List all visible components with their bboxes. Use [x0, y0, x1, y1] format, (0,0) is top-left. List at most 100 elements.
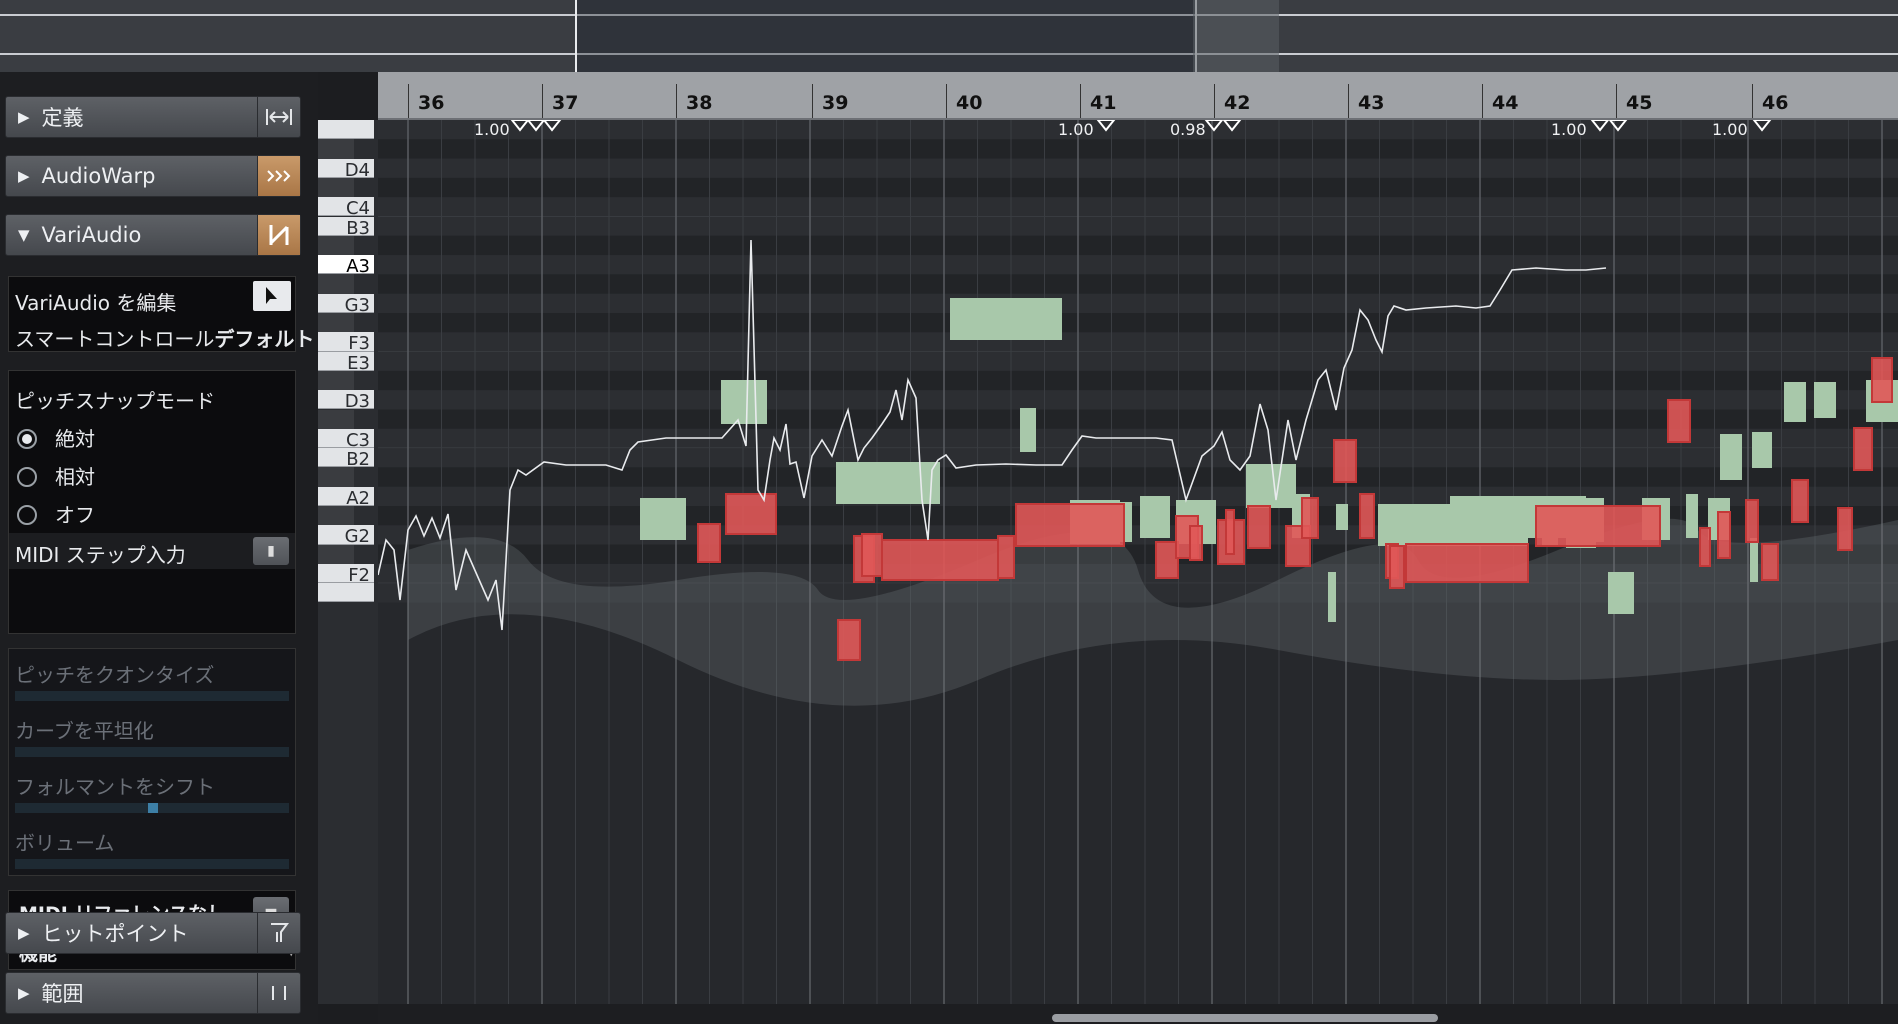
piano-black-key[interactable] [318, 235, 354, 256]
straighten-curve-slider[interactable] [15, 747, 289, 757]
pitch-segment[interactable] [861, 533, 883, 577]
quantize-pitch-slider[interactable] [15, 691, 289, 701]
pitch-segment[interactable] [1535, 505, 1661, 547]
overview-highlight [1193, 0, 1279, 72]
radio-icon[interactable] [17, 505, 37, 525]
functions-panel: ピッチをクオンタイズ カーブを平坦化 フォルマントをシフト ボリューム [8, 648, 296, 876]
function-quantize-pitch[interactable]: ピッチをクオンタイズ [15, 659, 301, 688]
midi-reference-block [836, 462, 940, 504]
pitch-editor-canvas[interactable] [378, 120, 1898, 1004]
bar-number: 38 [686, 92, 713, 114]
piano-black-key[interactable] [318, 139, 354, 159]
piano-black-key[interactable] [318, 370, 354, 391]
pitch-segment[interactable] [1155, 541, 1179, 579]
pitch-segment[interactable] [725, 493, 777, 535]
pitch-segment[interactable] [1837, 507, 1853, 551]
function-volume[interactable]: ボリューム [15, 827, 301, 856]
smart-control-row[interactable]: スマートコントロールデフォルト▼ [15, 323, 327, 352]
bar-number: 44 [1492, 92, 1519, 114]
piano-black-key[interactable] [318, 409, 354, 429]
snap-mode-off[interactable]: オフ [17, 499, 303, 528]
pitch-segment[interactable] [1791, 479, 1809, 523]
function-straighten-curve[interactable]: カーブを平坦化 [15, 715, 301, 744]
pitch-row [378, 313, 1898, 333]
pointer-icon[interactable] [253, 281, 291, 311]
pitch-segment[interactable] [1761, 543, 1779, 581]
piano-black-key[interactable] [318, 274, 354, 294]
piano-black-key[interactable] [318, 467, 354, 487]
overview-view-range[interactable] [575, 0, 1197, 72]
snap-mode-off-label: オフ [55, 503, 95, 527]
expand-arrow-icon: ▶ [18, 924, 30, 942]
pitch-segment[interactable] [1225, 509, 1235, 555]
midi-reference-block [1140, 496, 1170, 538]
pitch-segment[interactable] [997, 535, 1015, 579]
bar-number: 39 [822, 92, 849, 114]
pitch-segment[interactable] [1717, 511, 1731, 559]
volume-slider[interactable] [15, 859, 289, 869]
piano-black-key[interactable] [318, 506, 354, 526]
pitch-row [378, 467, 1898, 487]
pitch-segment[interactable] [1333, 439, 1357, 483]
pitch-row [378, 255, 1898, 275]
pitch-segment[interactable] [1871, 357, 1893, 403]
pitch-segment[interactable] [1667, 399, 1691, 443]
bar-number: 43 [1358, 92, 1385, 114]
bar-number: 40 [956, 92, 983, 114]
pitch-segment[interactable] [1389, 545, 1405, 589]
formant-slider-handle[interactable] [148, 803, 158, 813]
range-bars-icon[interactable] [257, 973, 300, 1013]
piano-black-key[interactable] [318, 544, 354, 564]
shift-formant-slider[interactable] [15, 803, 289, 813]
pitch-segment[interactable] [837, 619, 861, 661]
pitch-segment[interactable] [881, 539, 999, 581]
piano-black-key[interactable] [318, 313, 354, 333]
section-audiowarp-label: AudioWarp [41, 164, 156, 188]
collapse-arrow-icon: ▼ [18, 226, 30, 244]
pitch-segment[interactable] [1405, 543, 1529, 583]
pitch-row [378, 120, 1898, 140]
smart-control-label: スマートコントロール [15, 327, 215, 351]
section-range[interactable]: ▶ 範囲 [5, 972, 301, 1014]
piano-keyboard[interactable]: D4 C4 B3 A3 G3 F3 E3 D3 C3 B2 A2 G2 F2 [318, 120, 378, 1004]
midi-reference-block [950, 298, 1062, 340]
snap-mode-relative[interactable]: 相対 [17, 461, 303, 490]
pitch-segment[interactable] [1247, 505, 1271, 549]
bar-ruler[interactable]: 36 37 38 39 40 41 42 43 44 45 46 [378, 72, 1898, 120]
piano-key-e4[interactable] [318, 120, 374, 140]
midi-step-toggle[interactable]: ▮ [253, 537, 289, 565]
pitch-segment[interactable] [1745, 499, 1759, 543]
warp-arrows-icon[interactable] [257, 156, 300, 196]
piano-key-e2[interactable] [318, 583, 374, 603]
inspector-panel: ▶ 定義 ▶ AudioWarp ▼ VariAudio VariAudio を… [0, 72, 327, 1024]
variaudio-icon[interactable] [257, 215, 300, 255]
bar-number: 46 [1762, 92, 1789, 114]
pitch-row [378, 332, 1898, 352]
fit-width-icon[interactable] [257, 97, 300, 137]
section-hitpoint[interactable]: ▶ ヒットポイント [5, 912, 301, 954]
section-variaudio[interactable]: ▼ VariAudio [5, 214, 301, 256]
piano-black-key[interactable] [318, 177, 354, 198]
horizontal-scrollbar[interactable] [378, 1004, 1898, 1024]
section-variaudio-label: VariAudio [41, 223, 142, 247]
pitch-segment[interactable] [1189, 525, 1203, 561]
pitch-row [378, 139, 1898, 159]
radio-selected-icon[interactable] [17, 429, 37, 449]
pitch-editor-grid[interactable] [378, 120, 1898, 1004]
snap-mode-absolute[interactable]: 絶対 [17, 423, 303, 452]
pitch-segment[interactable] [697, 523, 721, 563]
pitch-segment[interactable] [1359, 493, 1375, 539]
radio-icon[interactable] [17, 467, 37, 487]
pitch-segment[interactable] [1853, 427, 1873, 471]
section-definition[interactable]: ▶ 定義 [5, 96, 301, 138]
overview-strip[interactable] [0, 0, 1898, 72]
section-audiowarp[interactable]: ▶ AudioWarp [5, 155, 301, 197]
pitch-segment[interactable] [1699, 527, 1711, 567]
pitch-row [378, 293, 1898, 313]
bar-number: 41 [1090, 92, 1117, 114]
scrollbar-thumb[interactable] [1052, 1014, 1438, 1022]
filter-icon[interactable] [257, 913, 300, 953]
pitch-segment[interactable] [1301, 497, 1319, 539]
function-shift-formant[interactable]: フォルマントをシフト [15, 771, 301, 800]
pitch-segment[interactable] [1015, 503, 1125, 547]
